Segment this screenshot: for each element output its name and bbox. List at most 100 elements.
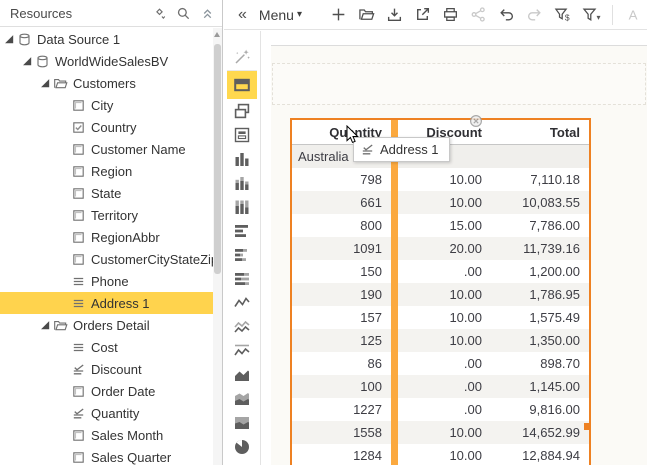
palette-stacked100-area-chart-button[interactable]: [227, 411, 257, 435]
tree-item-region[interactable]: Region: [0, 160, 213, 182]
table-cell[interactable]: 10.00: [398, 168, 491, 191]
palette-line-chart-button[interactable]: [227, 291, 257, 315]
table-cell[interactable]: .00: [398, 260, 491, 283]
palette-table-button[interactable]: [227, 71, 257, 99]
table-cell[interactable]: [491, 145, 589, 168]
tree-item-customers[interactable]: Customers: [0, 72, 213, 94]
table-cell[interactable]: 7,786.00: [491, 214, 589, 237]
table-row[interactable]: 100 .00 1,145.00: [292, 375, 589, 398]
tree-item-sales-month[interactable]: Sales Month: [0, 424, 213, 446]
undo-button[interactable]: [494, 2, 520, 28]
palette-list-button[interactable]: [227, 123, 257, 147]
table-cell[interactable]: 10,083.55: [491, 191, 589, 214]
save-button[interactable]: [382, 2, 408, 28]
palette-stacked-bar-chart-button[interactable]: [227, 243, 257, 267]
table-cell[interactable]: 14,652.99: [491, 421, 589, 444]
table-cell[interactable]: 7,110.18: [491, 168, 589, 191]
table-cell[interactable]: 86: [292, 352, 391, 375]
expand-collapse-icon[interactable]: [150, 4, 168, 22]
palette-wizard-button[interactable]: [227, 43, 257, 71]
report-table[interactable]: Quantity Discount Total Australia 798 10.00 7,…: [290, 118, 591, 465]
tree-item-order-date[interactable]: Order Date: [0, 380, 213, 402]
tree-item-city[interactable]: City: [0, 94, 213, 116]
table-cell[interactable]: 1,200.00: [491, 260, 589, 283]
table-cell[interactable]: 125: [292, 329, 391, 352]
tree-item-discount[interactable]: Discount: [0, 358, 213, 380]
table-cell[interactable]: 1,350.00: [491, 329, 589, 352]
tree-item-worldwidesalesbv[interactable]: WorldWideSalesBV: [0, 50, 213, 72]
table-cell[interactable]: 100: [292, 375, 391, 398]
table-row[interactable]: 1091 20.00 11,739.16: [292, 237, 589, 260]
tree-item-customer-name[interactable]: Customer Name: [0, 138, 213, 160]
table-cell[interactable]: 1558: [292, 421, 391, 444]
table-cell[interactable]: .00: [398, 375, 491, 398]
table-cell[interactable]: 10.00: [398, 306, 491, 329]
table-cell[interactable]: 12,884.94: [491, 444, 589, 465]
table-cell[interactable]: 10.00: [398, 444, 491, 465]
table-resize-handle[interactable]: [584, 423, 589, 430]
table-cell[interactable]: .00: [398, 352, 491, 375]
table-row[interactable]: 157 10.00 1,575.49: [292, 306, 589, 329]
table-cell[interactable]: 798: [292, 168, 391, 191]
tree-item-regionabbr[interactable]: RegionAbbr: [0, 226, 213, 248]
table-cell[interactable]: 10.00: [398, 329, 491, 352]
palette-stacked100-line-chart-button[interactable]: [227, 339, 257, 363]
tree-item-address-1[interactable]: Address 1: [0, 292, 213, 314]
table-cell[interactable]: 1227: [292, 398, 391, 421]
table-cell[interactable]: 1,575.49: [491, 306, 589, 329]
tree-item-orders-detail[interactable]: Orders Detail: [0, 314, 213, 336]
filter-button[interactable]: ▾: [578, 2, 604, 28]
table-row[interactable]: 86 .00 898.70: [292, 352, 589, 375]
table-cell[interactable]: 661: [292, 191, 391, 214]
table-cell[interactable]: .00: [398, 398, 491, 421]
export-button[interactable]: [410, 2, 436, 28]
table-cell[interactable]: 1,786.95: [491, 283, 589, 306]
table-row[interactable]: 1284 10.00 12,884.94: [292, 444, 589, 465]
palette-stacked-line-chart-button[interactable]: [227, 315, 257, 339]
open-button[interactable]: [354, 2, 380, 28]
table-cell[interactable]: 898.70: [491, 352, 589, 375]
table-cell[interactable]: 150: [292, 260, 391, 283]
scrollbar-thumb[interactable]: [214, 44, 221, 274]
tree-item-state[interactable]: State: [0, 182, 213, 204]
table-cell[interactable]: 9,816.00: [491, 398, 589, 421]
table-cell[interactable]: 11,739.16: [491, 237, 589, 260]
tree-item-territory[interactable]: Territory: [0, 204, 213, 226]
table-cell[interactable]: 10.00: [398, 191, 491, 214]
search-icon[interactable]: [174, 4, 192, 22]
table-row[interactable]: 190 10.00 1,786.95: [292, 283, 589, 306]
table-cell[interactable]: 15.00: [398, 214, 491, 237]
expander-icon[interactable]: [38, 318, 52, 332]
palette-column-chart-button[interactable]: [227, 147, 257, 171]
print-button[interactable]: [438, 2, 464, 28]
expander-icon[interactable]: [38, 76, 52, 90]
tree-item-sales-quarter[interactable]: Sales Quarter: [0, 446, 213, 465]
new-button[interactable]: [326, 2, 352, 28]
table-cell[interactable]: 157: [292, 306, 391, 329]
palette-stacked100-column-chart-button[interactable]: [227, 195, 257, 219]
table-row[interactable]: 661 10.00 10,083.55: [292, 191, 589, 214]
expander-icon[interactable]: [20, 54, 34, 68]
palette-crosstab-button[interactable]: [227, 99, 257, 123]
tree-item-phone[interactable]: Phone: [0, 270, 213, 292]
palette-bar-chart-button[interactable]: [227, 219, 257, 243]
table-cell[interactable]: 20.00: [398, 237, 491, 260]
table-cell[interactable]: 1284: [292, 444, 391, 465]
table-cell[interactable]: 10.00: [398, 421, 491, 444]
palette-pie-chart-button[interactable]: [227, 435, 257, 459]
tree-item-data-source-1[interactable]: Data Source 1: [0, 28, 213, 50]
table-cell[interactable]: 800: [292, 214, 391, 237]
palette-stacked-column-chart-button[interactable]: [227, 171, 257, 195]
table-row[interactable]: 150 .00 1,200.00: [292, 260, 589, 283]
table-row[interactable]: 1227 .00 9,816.00: [292, 398, 589, 421]
table-cell[interactable]: Total: [491, 120, 589, 144]
table-row[interactable]: 800 15.00 7,786.00: [292, 214, 589, 237]
table-row[interactable]: 125 10.00 1,350.00: [292, 329, 589, 352]
table-row[interactable]: 798 10.00 7,110.18: [292, 168, 589, 191]
table-cell[interactable]: 1091: [292, 237, 391, 260]
page-header-section[interactable]: [272, 63, 646, 105]
table-cell[interactable]: 10.00: [398, 283, 491, 306]
tree-item-country[interactable]: Country: [0, 116, 213, 138]
collapse-panel-icon[interactable]: [198, 4, 216, 22]
table-cell[interactable]: 190: [292, 283, 391, 306]
